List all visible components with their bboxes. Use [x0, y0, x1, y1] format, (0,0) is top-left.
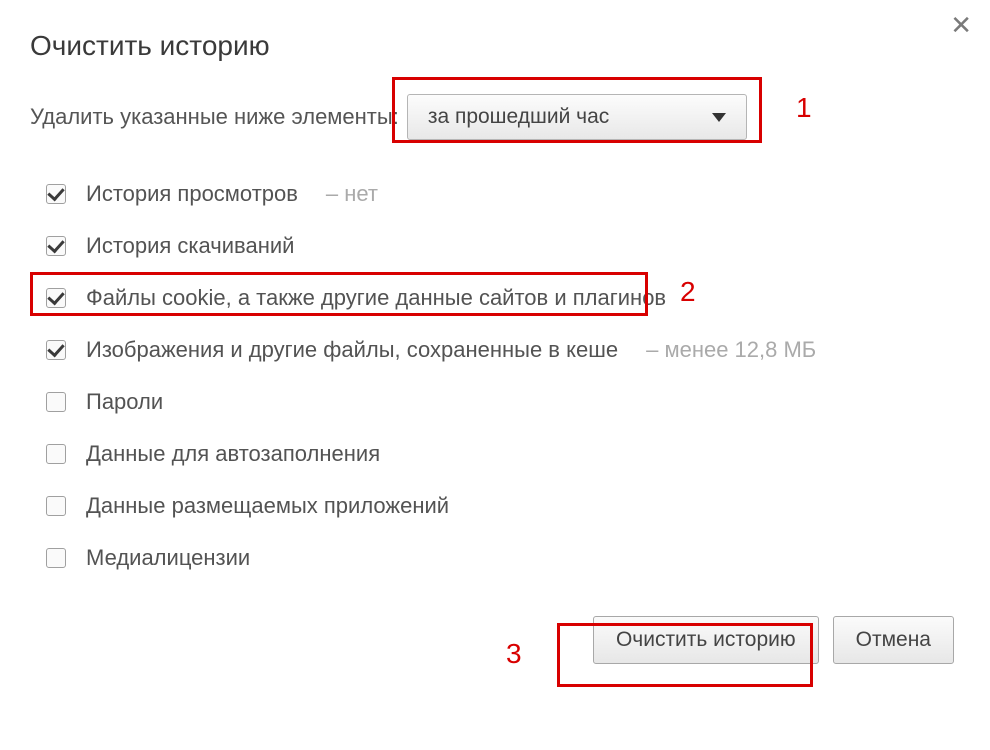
option-label: Медиалицензии — [86, 545, 250, 571]
option-label: История просмотров — [86, 181, 298, 207]
option-suffix: – менее 12,8 МБ — [646, 337, 816, 363]
option-row: Файлы cookie, а также другие данные сайт… — [30, 272, 960, 324]
cancel-button[interactable]: Отмена — [833, 616, 954, 664]
chevron-down-icon — [712, 113, 726, 122]
clear-history-button[interactable]: Очистить историю — [593, 616, 819, 664]
option-checkbox[interactable] — [46, 236, 66, 256]
dialog-title: Очистить историю — [30, 30, 960, 62]
option-label: Файлы cookie, а также другие данные сайт… — [86, 285, 666, 311]
option-row: Данные для автозаполнения — [30, 428, 960, 480]
option-checkbox[interactable] — [46, 496, 66, 516]
option-row: История просмотров – нет — [30, 168, 960, 220]
option-label: Данные для автозаполнения — [86, 441, 380, 467]
option-row: Данные размещаемых приложений — [30, 480, 960, 532]
option-row: Медиалицензии — [30, 532, 960, 584]
option-checkbox[interactable] — [46, 444, 66, 464]
option-suffix: – нет — [326, 181, 378, 207]
option-label: Изображения и другие файлы, сохраненные … — [86, 337, 618, 363]
option-row: Пароли — [30, 376, 960, 428]
option-row: История скачиваний — [30, 220, 960, 272]
dropdown-selected-label: за прошедший час — [428, 105, 609, 129]
annotation-number-3: 3 — [506, 638, 522, 670]
option-row: Изображения и другие файлы, сохраненные … — [30, 324, 960, 376]
option-checkbox[interactable] — [46, 288, 66, 308]
option-label: Пароли — [86, 389, 163, 415]
option-checkbox[interactable] — [46, 548, 66, 568]
option-checkbox[interactable] — [46, 392, 66, 412]
time-range-dropdown[interactable]: за прошедший час — [407, 94, 747, 140]
option-label: Данные размещаемых приложений — [86, 493, 449, 519]
annotation-number-2: 2 — [680, 276, 696, 308]
close-icon[interactable]: ✕ — [950, 12, 972, 38]
option-checkbox[interactable] — [46, 184, 66, 204]
option-checkbox[interactable] — [46, 340, 66, 360]
annotation-number-1: 1 — [796, 92, 812, 124]
option-label: История скачиваний — [86, 233, 294, 259]
subtitle-label: Удалить указанные ниже элементы: — [30, 104, 399, 130]
